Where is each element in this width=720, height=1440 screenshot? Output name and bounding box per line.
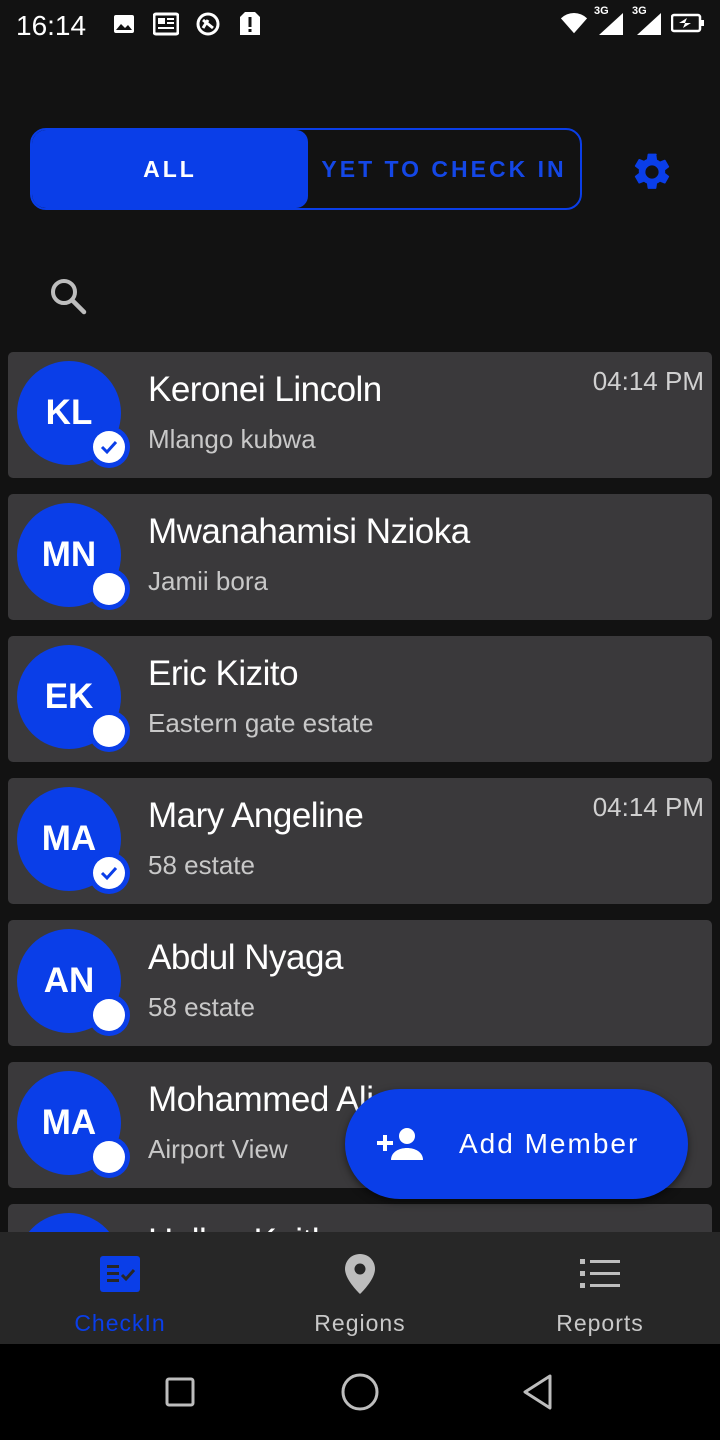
- member-location: 58 estate: [148, 992, 255, 1022]
- system-nav-bar: [0, 1344, 720, 1440]
- tab-all[interactable]: ALL: [32, 130, 308, 208]
- member-name: Hellen Kaith: [148, 1222, 331, 1232]
- status-time: 16:14: [16, 10, 87, 41]
- bottom-nav: CheckIn Regions Reports: [0, 1232, 720, 1344]
- not-checked-in-icon: [88, 710, 130, 752]
- list-icon: [578, 1252, 622, 1296]
- check-indicator: [93, 573, 125, 605]
- alert-icon: [236, 10, 264, 38]
- member-card[interactable]: HK Hellen Kaith: [8, 1204, 712, 1232]
- nav-label: Reports: [556, 1310, 644, 1336]
- signal-3g-icon: 3G: [632, 5, 664, 37]
- member-location: Eastern gate estate: [148, 708, 374, 738]
- member-location: Airport View: [148, 1134, 288, 1164]
- wifi-icon: [560, 9, 588, 37]
- search-button[interactable]: [44, 272, 92, 320]
- add-member-label: Add Member: [459, 1128, 640, 1159]
- battery-icon: [670, 9, 706, 37]
- checkin-time: 04:14 PM: [592, 366, 704, 396]
- status-bar: 16:14 3G 3G: [0, 0, 720, 50]
- add-member-button[interactable]: Add Member: [345, 1089, 688, 1199]
- gear-icon: [634, 153, 670, 189]
- member-card[interactable]: KL Keronei Lincoln Mlango kubwa 04:14 PM: [8, 352, 712, 478]
- image-icon: [110, 10, 138, 38]
- news-icon: [152, 10, 180, 38]
- settings-button[interactable]: [626, 146, 678, 198]
- not-checked-in-icon: [88, 994, 130, 1036]
- not-checked-in-icon: [88, 1136, 130, 1178]
- signal-3g-icon: 3G: [594, 5, 626, 37]
- filter-toggle: ALL YET TO CHECK IN: [30, 128, 582, 210]
- tab-yet-to-check-in[interactable]: YET TO CHECK IN: [308, 130, 580, 208]
- member-name: Mohammed Ali: [148, 1080, 374, 1119]
- home-button[interactable]: [340, 1372, 380, 1412]
- check-indicator: [93, 1141, 125, 1173]
- not-checked-in-icon: [88, 568, 130, 610]
- checkin-time: 04:14 PM: [592, 792, 704, 822]
- member-name: Keronei Lincoln: [148, 370, 382, 409]
- vpn-icon: [194, 10, 222, 38]
- network-label: 3G: [632, 5, 647, 17]
- check-indicator: [93, 715, 125, 747]
- nav-item-regions[interactable]: Regions: [240, 1232, 480, 1344]
- circle-icon: [341, 1373, 379, 1411]
- nav-item-checkin[interactable]: CheckIn: [0, 1232, 240, 1344]
- back-triangle-icon: [523, 1374, 552, 1410]
- check-indicator: [93, 431, 125, 463]
- back-button[interactable]: [518, 1372, 558, 1412]
- member-name: Mary Angeline: [148, 796, 364, 835]
- checked-in-icon: [88, 426, 130, 468]
- nav-item-reports[interactable]: Reports: [480, 1232, 720, 1344]
- member-name: Eric Kizito: [148, 654, 299, 693]
- member-location: Mlango kubwa: [148, 424, 316, 454]
- person-add-icon: [377, 1124, 427, 1164]
- location-pin-icon: [338, 1252, 382, 1296]
- search-icon: [51, 279, 87, 315]
- member-card[interactable]: AN Abdul Nyaga 58 estate: [8, 920, 712, 1046]
- check-indicator: [93, 999, 125, 1031]
- member-card[interactable]: EK Eric Kizito Eastern gate estate: [8, 636, 712, 762]
- checkin-icon: [98, 1252, 142, 1296]
- member-location: 58 estate: [148, 850, 255, 880]
- check-indicator: [93, 857, 125, 889]
- member-card[interactable]: MA Mary Angeline 58 estate 04:14 PM: [8, 778, 712, 904]
- recents-button[interactable]: [160, 1372, 200, 1412]
- member-name: Abdul Nyaga: [148, 938, 343, 977]
- network-label: 3G: [594, 5, 609, 17]
- square-icon: [165, 1377, 195, 1407]
- member-card[interactable]: MN Mwanahamisi Nzioka Jamii bora: [8, 494, 712, 620]
- nav-label: Regions: [314, 1310, 406, 1336]
- member-location: Jamii bora: [148, 566, 268, 596]
- avatar: HK: [17, 1213, 121, 1232]
- member-name: Mwanahamisi Nzioka: [148, 512, 470, 551]
- nav-label: CheckIn: [74, 1310, 166, 1336]
- checked-in-icon: [88, 852, 130, 894]
